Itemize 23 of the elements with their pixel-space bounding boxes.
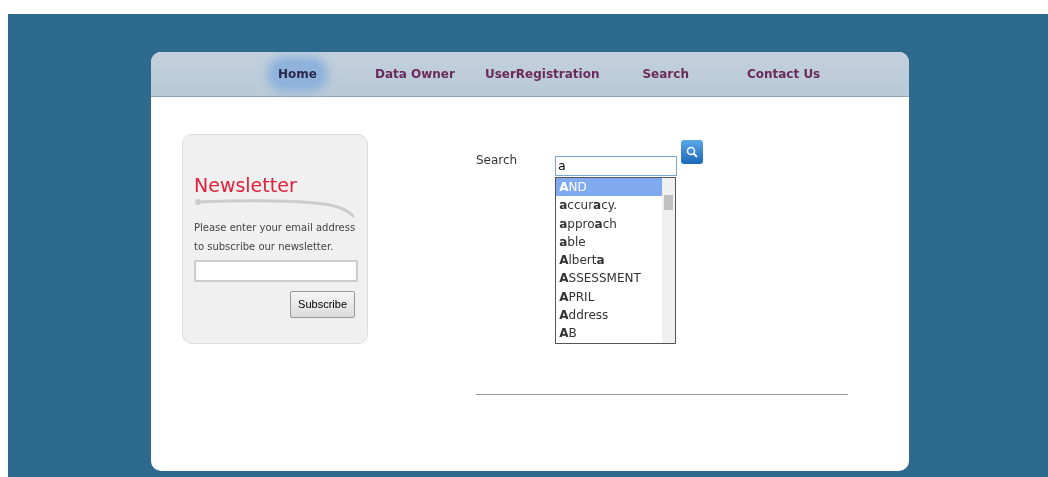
suggestion-item[interactable]: Address [556,306,663,325]
suggestion-item[interactable]: approach [556,214,663,233]
nav-link[interactable]: Home [273,62,322,86]
suggestion-item[interactable]: able [556,232,663,252]
nav-link[interactable]: UserRegistration [479,62,605,86]
suggestion-item[interactable]: Alberta [556,251,663,270]
search-field[interactable]: a [555,156,678,176]
suggestion-item[interactable]: accuracy. [556,196,663,215]
suggestion-item[interactable]: AB [556,324,663,343]
newsletter-title: Newsletter [194,173,298,197]
search-icon [686,146,699,158]
nav-link[interactable]: Data Owner [369,62,460,86]
scrollbar[interactable] [662,178,676,343]
search-button[interactable] [681,140,704,164]
suggestion-item[interactable]: ASSESSMENT [556,269,663,288]
nav-link[interactable]: Contact Us [741,62,826,86]
subscribe-button[interactable]: Subscribe [290,291,355,318]
suggestion-item[interactable]: APRIL [556,287,663,307]
newsletter-text: Please enter your email address to subscribe our newsletter. [194,221,356,254]
nav-link[interactable]: Search [637,62,694,86]
swirl-divider-icon [194,197,354,219]
email-field[interactable] [194,260,358,282]
search-label: Search [476,152,518,169]
